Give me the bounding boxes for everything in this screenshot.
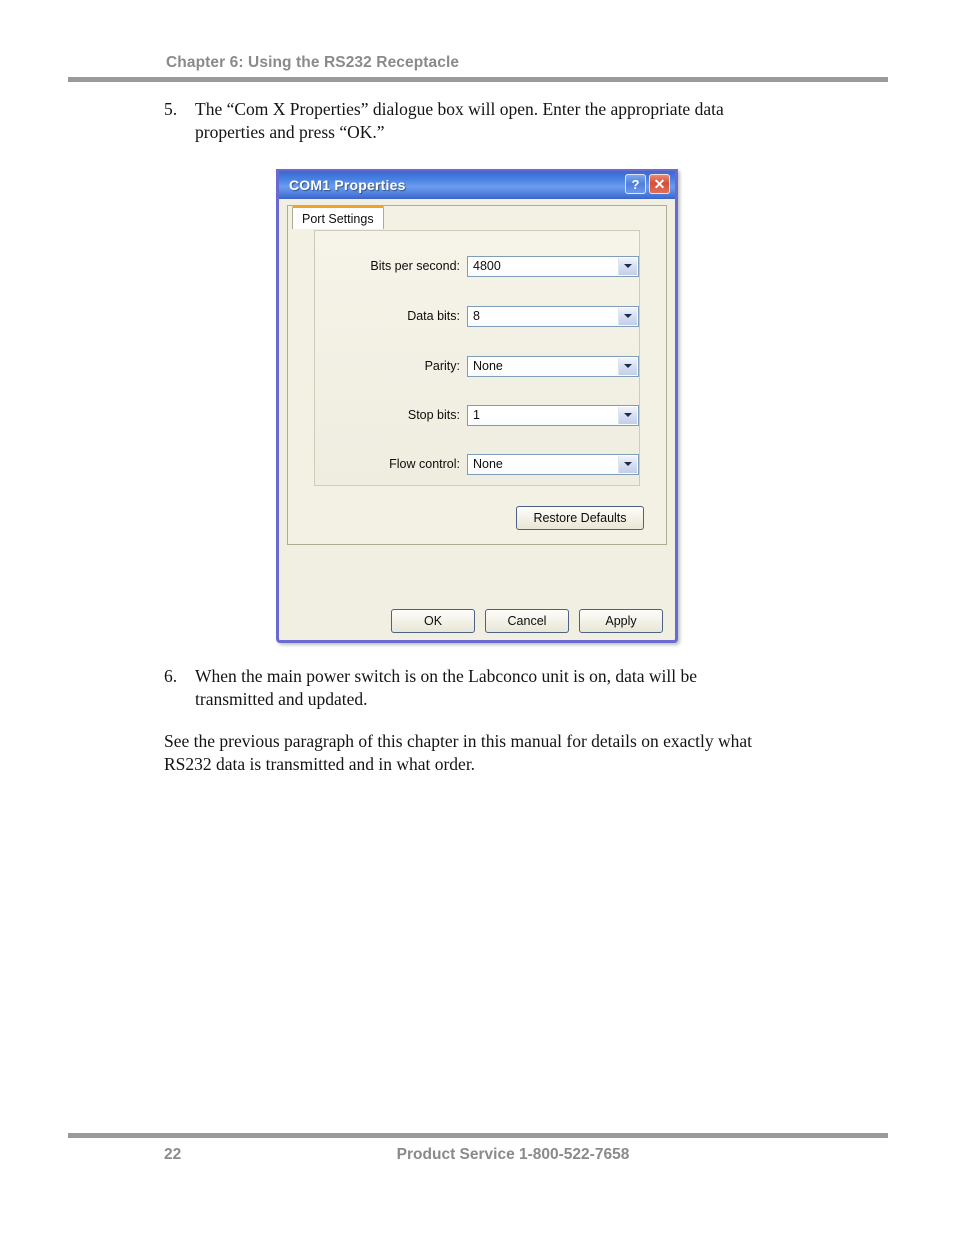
chevron-down-icon[interactable]	[618, 307, 637, 325]
close-icon[interactable]: ✕	[649, 174, 670, 194]
field-row-parity: Parity: None	[315, 355, 639, 377]
label-stop-bits: Stop bits:	[407, 408, 460, 422]
select-data-bits[interactable]: 8	[467, 305, 639, 327]
header-divider	[68, 77, 888, 82]
list-item-6-text: When the main power switch is on the Lab…	[195, 666, 698, 709]
field-row-bits-per-second: Bits per second: 4800	[315, 255, 639, 277]
ok-button[interactable]: OK	[391, 609, 475, 633]
port-settings-panel: Bits per second: 4800 Data bits: 8 Parit…	[287, 205, 667, 545]
field-row-data-bits: Data bits: 8	[315, 305, 639, 327]
chapter-title: Chapter 6: Using the RS232 Receptacle	[166, 54, 460, 71]
page-number: 22	[164, 1146, 182, 1163]
instruction-list: 5. The “Com X Properties” dialogue box w…	[164, 98, 784, 144]
select-bits-per-second[interactable]: 4800	[467, 255, 639, 277]
field-row-stop-bits: Stop bits: 1	[315, 404, 639, 426]
select-stop-bits[interactable]: 1	[467, 404, 639, 426]
com1-properties-dialog: COM1 Properties ? ✕ Port Settings Bits p…	[276, 169, 678, 643]
product-service-contact: Product Service 1-800-522-7658	[396, 1146, 630, 1163]
label-bits-per-second: Bits per second:	[370, 259, 460, 273]
cancel-button[interactable]: Cancel	[485, 609, 569, 633]
list-item-6-wrapper: 6. When the main power switch is on the …	[164, 665, 764, 711]
value-parity: None	[473, 359, 503, 373]
chevron-down-icon[interactable]	[618, 406, 637, 424]
footer-row: 22 Product Service 1-800-522-7658	[68, 1146, 888, 1164]
chevron-down-icon[interactable]	[618, 455, 637, 473]
titlebar-buttons: ? ✕	[625, 174, 670, 194]
settings-group: Bits per second: 4800 Data bits: 8 Parit…	[314, 230, 640, 486]
tab-port-settings[interactable]: Port Settings	[292, 205, 384, 229]
select-parity[interactable]: None	[467, 355, 639, 377]
value-stop-bits: 1	[473, 408, 480, 422]
field-row-flow-control: Flow control: None	[315, 453, 639, 475]
value-bits-per-second: 4800	[473, 259, 501, 273]
help-icon[interactable]: ?	[625, 174, 646, 194]
page-footer: 22 Product Service 1-800-522-7658	[68, 1133, 888, 1164]
chevron-down-icon[interactable]	[618, 357, 637, 375]
select-flow-control[interactable]: None	[467, 453, 639, 475]
list-item-5: 5. The “Com X Properties” dialogue box w…	[164, 98, 784, 144]
label-flow-control: Flow control:	[389, 457, 460, 471]
dialog-titlebar[interactable]: COM1 Properties ? ✕	[279, 169, 675, 199]
restore-defaults-button[interactable]: Restore Defaults	[516, 506, 644, 530]
dialog-title: COM1 Properties	[289, 177, 406, 193]
page-header: Chapter 6: Using the RS232 Receptacle	[68, 54, 888, 82]
apply-button[interactable]: Apply	[579, 609, 663, 633]
closing-paragraph: See the previous paragraph of this chapt…	[164, 731, 753, 774]
label-data-bits: Data bits:	[407, 309, 460, 323]
list-item-5-number: 5.	[164, 99, 178, 119]
list-item-6-number: 6.	[164, 666, 178, 686]
list-item-6: 6. When the main power switch is on the …	[164, 665, 764, 711]
footer-divider	[68, 1133, 888, 1138]
label-parity: Parity:	[424, 359, 460, 373]
list-item-5-text: The “Com X Properties” dialogue box will…	[195, 99, 724, 142]
value-flow-control: None	[473, 457, 503, 471]
value-data-bits: 8	[473, 309, 480, 323]
chevron-down-icon[interactable]	[618, 257, 637, 275]
dialog-button-bar: OK Cancel Apply	[279, 609, 675, 633]
